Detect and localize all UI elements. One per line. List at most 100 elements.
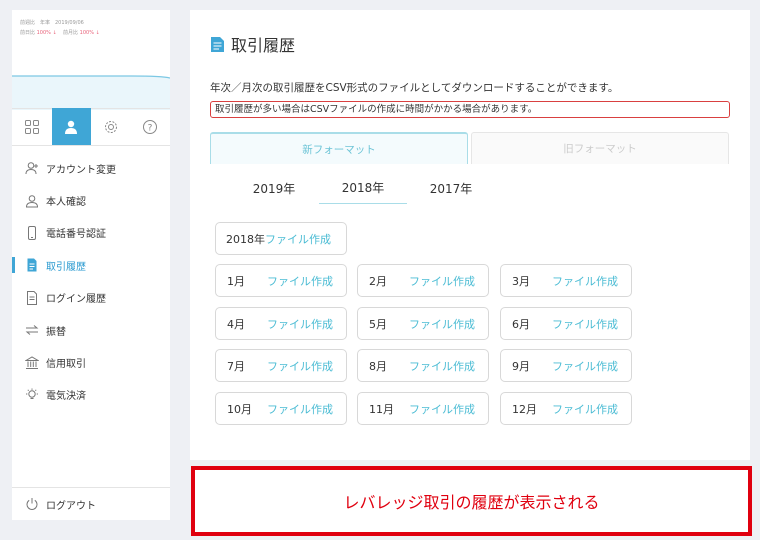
year-file-button[interactable]: 2018年 ファイル作成	[215, 222, 347, 255]
file-icon	[24, 290, 40, 306]
phone-icon	[24, 225, 40, 241]
create-file-label: ファイル作成	[552, 359, 618, 373]
description: 年次／月次の取引履歴をCSV形式のファイルとしてダウンロードすることができます。	[210, 82, 619, 94]
help-icon: ?	[143, 120, 158, 134]
create-file-label: ファイル作成	[552, 274, 618, 288]
summary-line: 前週比 年率 2019/09/06	[20, 20, 84, 26]
month-7-button[interactable]: 7月 ファイル作成	[215, 349, 347, 382]
month-label: 5月	[369, 317, 387, 331]
create-file-label: ファイル作成	[409, 359, 475, 373]
power-icon	[24, 496, 40, 512]
bank-icon	[24, 355, 40, 371]
person-icon	[24, 193, 40, 209]
month-label: 6月	[512, 317, 530, 331]
sidebar-item-label: アカウント変更	[46, 164, 116, 176]
month-label: 11月	[369, 402, 394, 416]
month-8-button[interactable]: 8月 ファイル作成	[357, 349, 489, 382]
create-file-label: ファイル作成	[267, 359, 333, 373]
account-summary: 前週比 年率 2019/09/06 前日比 100% ↓ 前月比 100% ↓	[12, 10, 170, 60]
sidebar-menu: アカウント変更 本人確認 電話番号認証 取引履歴 ログイン履歴 振替 信用取引	[12, 152, 170, 411]
create-file-label: ファイル作成	[552, 317, 618, 331]
month-label: 12月	[512, 402, 537, 416]
month-6-button[interactable]: 6月 ファイル作成	[500, 307, 632, 340]
create-file-label: ファイル作成	[267, 274, 333, 288]
tab-new-format[interactable]: 新フォーマット	[210, 132, 468, 164]
create-file-label: ファイル作成	[267, 402, 333, 416]
sidebar-item-label: ログイン履歴	[46, 294, 106, 306]
tab-dashboard[interactable]	[12, 108, 52, 145]
month-10-button[interactable]: 10月 ファイル作成	[215, 392, 347, 425]
summary-label: 前日比	[20, 30, 36, 36]
user-icon	[65, 120, 78, 134]
svg-text:?: ?	[148, 124, 153, 134]
document-icon	[24, 257, 40, 273]
sidebar-item-transaction-history[interactable]: 取引履歴	[12, 249, 170, 281]
sidebar-item-label: 取引履歴	[46, 261, 86, 273]
month-label: 7月	[227, 359, 245, 373]
tab-help[interactable]: ?	[130, 108, 170, 145]
summary-rates: 前日比 100% ↓ 前月比 100% ↓	[20, 28, 162, 38]
bulb-icon	[24, 387, 40, 403]
create-file-label: ファイル作成	[409, 402, 475, 416]
grid-icon	[24, 120, 39, 134]
month-label: 4月	[227, 317, 245, 331]
main-panel: 取引履歴 年次／月次の取引履歴をCSV形式のファイルとしてダウンロードすることが…	[190, 10, 750, 460]
sidebar-item-electric-settlement[interactable]: 電気決済	[12, 379, 170, 411]
sidebar-item-login-history[interactable]: ログイン履歴	[12, 282, 170, 314]
month-label: 9月	[512, 359, 530, 373]
month-label: 8月	[369, 359, 387, 373]
month-1-button[interactable]: 1月 ファイル作成	[215, 264, 347, 297]
page-title: 取引履歴	[210, 32, 295, 56]
sidebar-item-phone[interactable]: 電話番号認証	[12, 217, 170, 249]
tab-account[interactable]	[51, 108, 91, 145]
sidebar-item-label: 電話番号認証	[46, 229, 106, 241]
year-2019[interactable]: 2019年	[230, 172, 318, 204]
month-label: 3月	[512, 274, 530, 288]
sidebar-item-identity[interactable]: 本人確認	[12, 184, 170, 216]
document-icon	[210, 36, 225, 53]
create-file-label: ファイル作成	[552, 402, 618, 416]
month-4-button[interactable]: 4月 ファイル作成	[215, 307, 347, 340]
annotation-callout: レバレッジ取引の履歴が表示される	[191, 466, 752, 536]
user-add-icon	[24, 160, 40, 176]
gear-icon	[104, 121, 117, 133]
summary-pct: 100% ↓	[36, 30, 57, 36]
create-file-label: ファイル作成	[267, 317, 333, 331]
year-2017[interactable]: 2017年	[407, 172, 495, 204]
month-5-button[interactable]: 5月 ファイル作成	[357, 307, 489, 340]
sidebar-item-label: 本人確認	[46, 197, 86, 209]
tab-old-format[interactable]: 旧フォーマット	[471, 132, 729, 164]
sidebar-item-account-change[interactable]: アカウント変更	[12, 152, 170, 184]
create-file-label: ファイル作成	[409, 317, 475, 331]
sidebar-item-label: 振替	[46, 326, 66, 338]
summary-label: 前月比	[63, 30, 79, 36]
balance-sparkline	[12, 75, 170, 110]
month-label: 2月	[369, 274, 387, 288]
logout-button[interactable]: ログアウト	[12, 487, 170, 520]
month-label: 10月	[227, 402, 252, 416]
summary-pct: 100% ↓	[79, 30, 100, 36]
transfer-icon	[24, 322, 40, 338]
sidebar-item-label: 信用取引	[46, 359, 86, 371]
month-9-button[interactable]: 9月 ファイル作成	[500, 349, 632, 382]
sidebar: 前週比 年率 2019/09/06 前日比 100% ↓ 前月比 100% ↓ …	[12, 10, 170, 520]
month-12-button[interactable]: 12月 ファイル作成	[500, 392, 632, 425]
year-2018[interactable]: 2018年	[319, 172, 407, 204]
sidebar-tabs: ?	[12, 108, 170, 146]
sidebar-item-margin-trading[interactable]: 信用取引	[12, 346, 170, 378]
year-selector: 2019年 2018年 2017年	[210, 172, 730, 204]
create-file-label: ファイル作成	[409, 274, 475, 288]
month-label: 1月	[227, 274, 245, 288]
page-title-text: 取引履歴	[231, 36, 296, 55]
create-file-label: ファイル作成	[265, 232, 331, 246]
year-label: 2018年	[226, 232, 265, 246]
sidebar-item-label: 電気決済	[46, 391, 86, 403]
logout-label: ログアウト	[46, 500, 96, 512]
month-2-button[interactable]: 2月 ファイル作成	[357, 264, 489, 297]
callout-text: レバレッジ取引の履歴が表示される	[343, 493, 600, 512]
sidebar-item-transfer[interactable]: 振替	[12, 314, 170, 346]
month-3-button[interactable]: 3月 ファイル作成	[500, 264, 632, 297]
tab-settings[interactable]	[91, 108, 131, 145]
warning-notice: 取引履歴が多い場合はCSVファイルの作成に時間がかかる場合があります。	[210, 101, 730, 118]
month-11-button[interactable]: 11月 ファイル作成	[357, 392, 489, 425]
